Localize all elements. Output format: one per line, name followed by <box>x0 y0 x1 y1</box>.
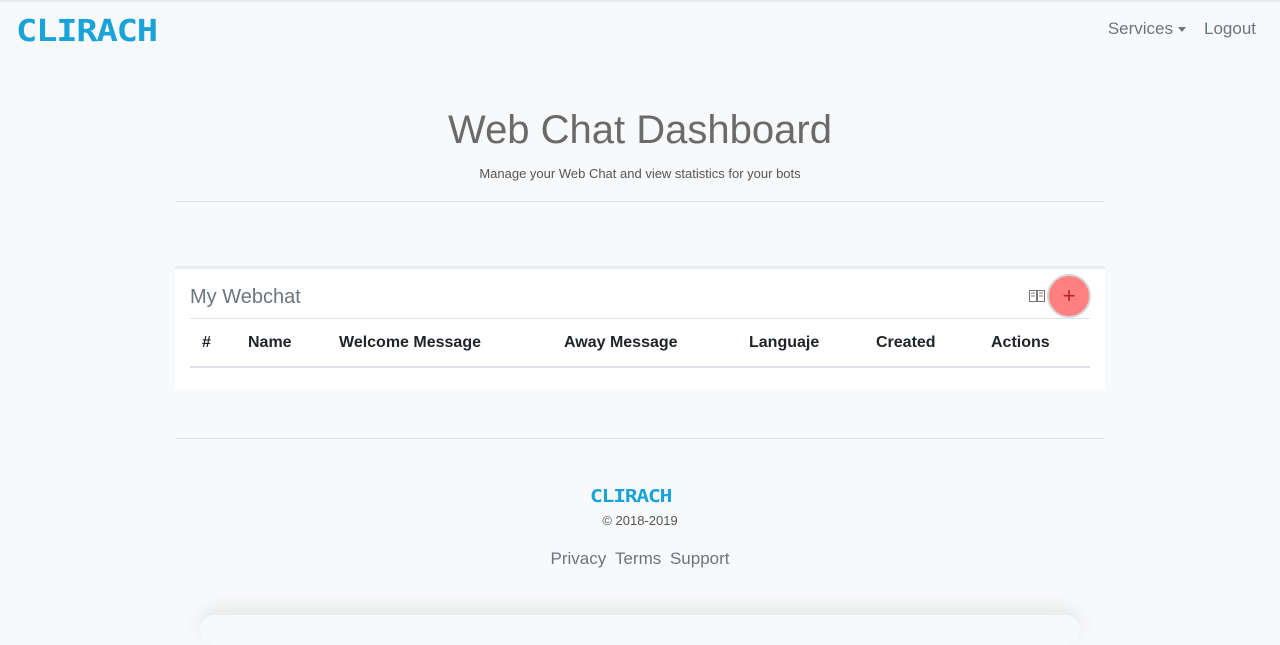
divider <box>175 438 1105 439</box>
add-webchat-button[interactable]: + <box>1047 274 1091 318</box>
footer-logo: CLIRACH <box>590 486 672 507</box>
copyright: © 2018-2019 <box>602 513 678 528</box>
column-header: Welcome Message <box>339 334 481 351</box>
brand-logo[interactable]: CLIRACH <box>16 16 158 48</box>
card-title: My Webchat <box>190 286 301 308</box>
card-tools: + <box>1029 274 1091 318</box>
column-header: Name <box>248 334 292 351</box>
footer-links: Privacy Terms Support <box>0 549 1280 569</box>
caret-down-icon <box>1178 26 1186 32</box>
book-icon[interactable] <box>1029 290 1045 302</box>
plus-icon: + <box>1062 283 1076 308</box>
navbar: CLIRACH Services Logout <box>0 2 1280 58</box>
privacy-link[interactable]: Privacy <box>550 549 606 568</box>
page-title: Web Chat Dashboard <box>448 108 832 152</box>
page-subtitle: Manage your Web Chat and view statistics… <box>479 166 801 181</box>
nav-menu: Services Logout <box>1108 19 1256 39</box>
column-header: Actions <box>991 334 1050 351</box>
table-header: # Name Welcome Message Away Message Lang… <box>190 318 1090 368</box>
bottom-shadow <box>200 615 1080 645</box>
column-header: Created <box>876 334 936 351</box>
services-dropdown[interactable]: Services <box>1108 19 1186 39</box>
support-link[interactable]: Support <box>670 549 730 568</box>
column-header: Languaje <box>749 334 820 351</box>
logout-link[interactable]: Logout <box>1204 19 1256 39</box>
terms-link[interactable]: Terms <box>615 549 661 568</box>
divider <box>175 201 1105 202</box>
column-header: # <box>202 334 211 351</box>
webchat-card: My Webchat + # Name Welcome Message Away… <box>175 266 1105 390</box>
column-header: Away Message <box>564 334 678 351</box>
services-label: Services <box>1107 19 1173 38</box>
